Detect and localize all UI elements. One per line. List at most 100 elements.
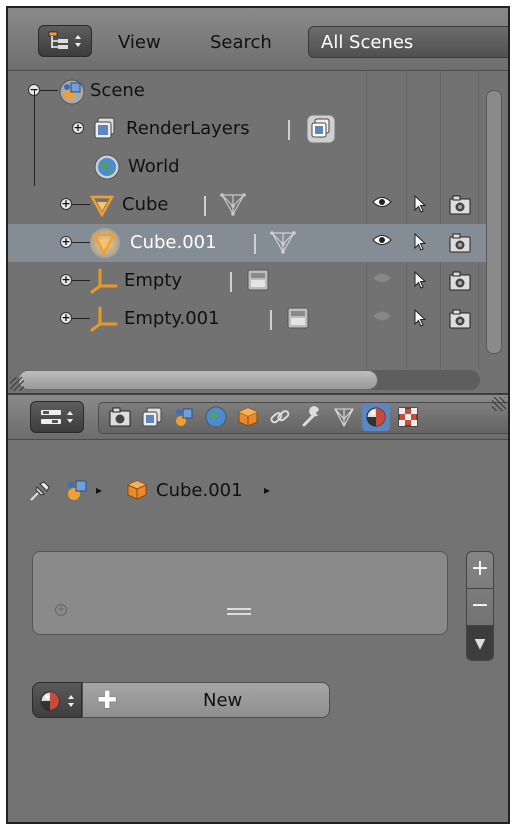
tree-row-world[interactable]: World	[8, 148, 496, 186]
material-datablock-row: ✚ New	[32, 682, 330, 718]
scene-tab[interactable]	[170, 403, 198, 431]
select-arrow-icon[interactable]	[413, 195, 427, 213]
expand-toggle[interactable]: +	[60, 198, 72, 210]
tree-row-label: Empty.001	[124, 308, 220, 329]
tree-row-empty-001[interactable]: + Empty.001	[8, 300, 496, 338]
tree-branch-line	[72, 280, 90, 281]
material-tab[interactable]	[362, 403, 390, 431]
separator-bar	[230, 272, 232, 292]
vertical-scrollbar[interactable]	[486, 90, 502, 354]
mesh-object-icon	[92, 233, 116, 255]
render-camera-icon[interactable]	[449, 233, 471, 253]
select-arrow-icon[interactable]	[413, 309, 427, 327]
tree-row-cube-001[interactable]: + Cube.001	[8, 224, 496, 262]
add-slot-button[interactable]: +	[467, 552, 493, 589]
properties-editor: ▸ Cube.001 ▸ + + − ▼ ✚ New	[8, 395, 508, 822]
world-tab[interactable]	[202, 403, 230, 431]
tree-row-label: Cube.001	[130, 232, 217, 253]
scene-icon	[59, 79, 85, 105]
breadcrumb-arrow-icon: ▸	[264, 483, 271, 497]
render-camera-icon[interactable]	[449, 195, 471, 215]
select-arrow-icon[interactable]	[413, 233, 427, 251]
constraints-tab[interactable]	[266, 403, 294, 431]
expand-toggle[interactable]: +	[60, 312, 72, 324]
tree-row-label: RenderLayers	[126, 118, 250, 139]
object-cube-icon	[127, 480, 147, 500]
modifiers-tab[interactable]	[298, 403, 326, 431]
new-material-button[interactable]: ✚ New	[82, 682, 330, 718]
outliner-editor: View Search All Scenes − Scene	[8, 8, 508, 393]
slot-specials-menu[interactable]: ▼	[467, 626, 493, 660]
tree-branch-line	[72, 318, 90, 319]
pin-icon[interactable]	[28, 479, 52, 503]
tree-branch-line	[72, 204, 90, 205]
visibility-eye-icon[interactable]	[372, 234, 392, 246]
plus-icon: ✚	[97, 686, 118, 714]
world-icon	[205, 406, 227, 428]
tree-row-renderlayers[interactable]: + RenderLayers	[8, 90, 496, 186]
tree-row-empty[interactable]: + Empty	[8, 262, 496, 300]
tree-row-scene[interactable]: − Scene	[8, 72, 496, 110]
separator-bar	[288, 120, 290, 140]
object-cube-icon	[238, 407, 258, 427]
visibility-eye-hidden-icon[interactable]	[372, 272, 392, 284]
data-tab[interactable]	[330, 403, 358, 431]
material-sphere-icon	[40, 691, 60, 711]
tree-branch-line	[40, 90, 58, 91]
view-menu[interactable]: View	[118, 32, 161, 53]
render-layers-icon	[142, 407, 162, 427]
image-data-icon[interactable]	[286, 306, 310, 330]
texture-tab[interactable]	[394, 403, 422, 431]
editor-type-selector[interactable]	[30, 401, 84, 433]
area-split-corner-icon[interactable]	[10, 377, 24, 391]
editor-type-selector[interactable]	[38, 25, 92, 57]
chain-link-icon	[270, 410, 290, 424]
render-layers-tab[interactable]	[138, 403, 166, 431]
outliner-header: View Search All Scenes	[8, 8, 508, 71]
image-data-icon[interactable]	[246, 268, 270, 292]
wrench-icon	[302, 406, 319, 427]
mesh-object-icon	[90, 195, 114, 217]
search-menu[interactable]: Search	[210, 32, 272, 53]
expand-toggle[interactable]: +	[72, 122, 84, 134]
tree-row-cube[interactable]: + Cube	[8, 186, 496, 224]
resize-grip-icon[interactable]	[227, 608, 251, 610]
display-mode-dropdown[interactable]: All Scenes	[308, 26, 508, 58]
mesh-data-icon[interactable]	[270, 230, 296, 254]
up-down-arrows-icon	[68, 695, 74, 707]
render-camera-icon[interactable]	[449, 271, 471, 291]
select-arrow-icon[interactable]	[413, 271, 427, 289]
properties-context-bar	[8, 395, 508, 440]
render-camera-icon[interactable]	[449, 309, 471, 329]
up-down-arrows-icon	[75, 35, 81, 47]
scene-icon	[68, 480, 87, 500]
material-sphere-icon	[366, 407, 386, 427]
material-slot-list[interactable]: +	[32, 551, 448, 635]
filter-options-icon[interactable]: +	[55, 604, 67, 616]
expand-toggle[interactable]: +	[60, 236, 72, 248]
tree-branch-line	[72, 242, 90, 243]
object-tab[interactable]	[234, 403, 262, 431]
remove-slot-button[interactable]: −	[467, 589, 493, 626]
visibility-eye-icon[interactable]	[372, 196, 392, 208]
material-slot-buttons: + − ▼	[466, 551, 494, 661]
outliner-editor-icon	[48, 31, 68, 49]
empty-object-icon	[90, 306, 118, 332]
breadcrumb-arrow-icon: ▸	[96, 483, 103, 497]
blender-window: View Search All Scenes − Scene	[6, 6, 510, 824]
render-layer-data-icon[interactable]	[306, 114, 336, 144]
horizontal-scrollbar-thumb[interactable]	[18, 370, 378, 390]
visibility-eye-hidden-icon[interactable]	[372, 310, 392, 322]
render-layers-icon	[94, 117, 115, 139]
scene-icon	[176, 408, 193, 426]
render-tab[interactable]	[106, 403, 134, 431]
separator-bar	[204, 196, 206, 216]
tree-row-label: World	[128, 156, 180, 177]
mesh-data-icon[interactable]	[220, 192, 246, 216]
browse-material-button[interactable]	[32, 682, 82, 718]
tree-row-label: Scene	[90, 80, 145, 101]
expand-toggle[interactable]: +	[60, 274, 72, 286]
area-split-corner-icon[interactable]	[492, 397, 506, 411]
tree-row-label: Cube	[122, 194, 169, 215]
separator-bar	[270, 310, 272, 330]
